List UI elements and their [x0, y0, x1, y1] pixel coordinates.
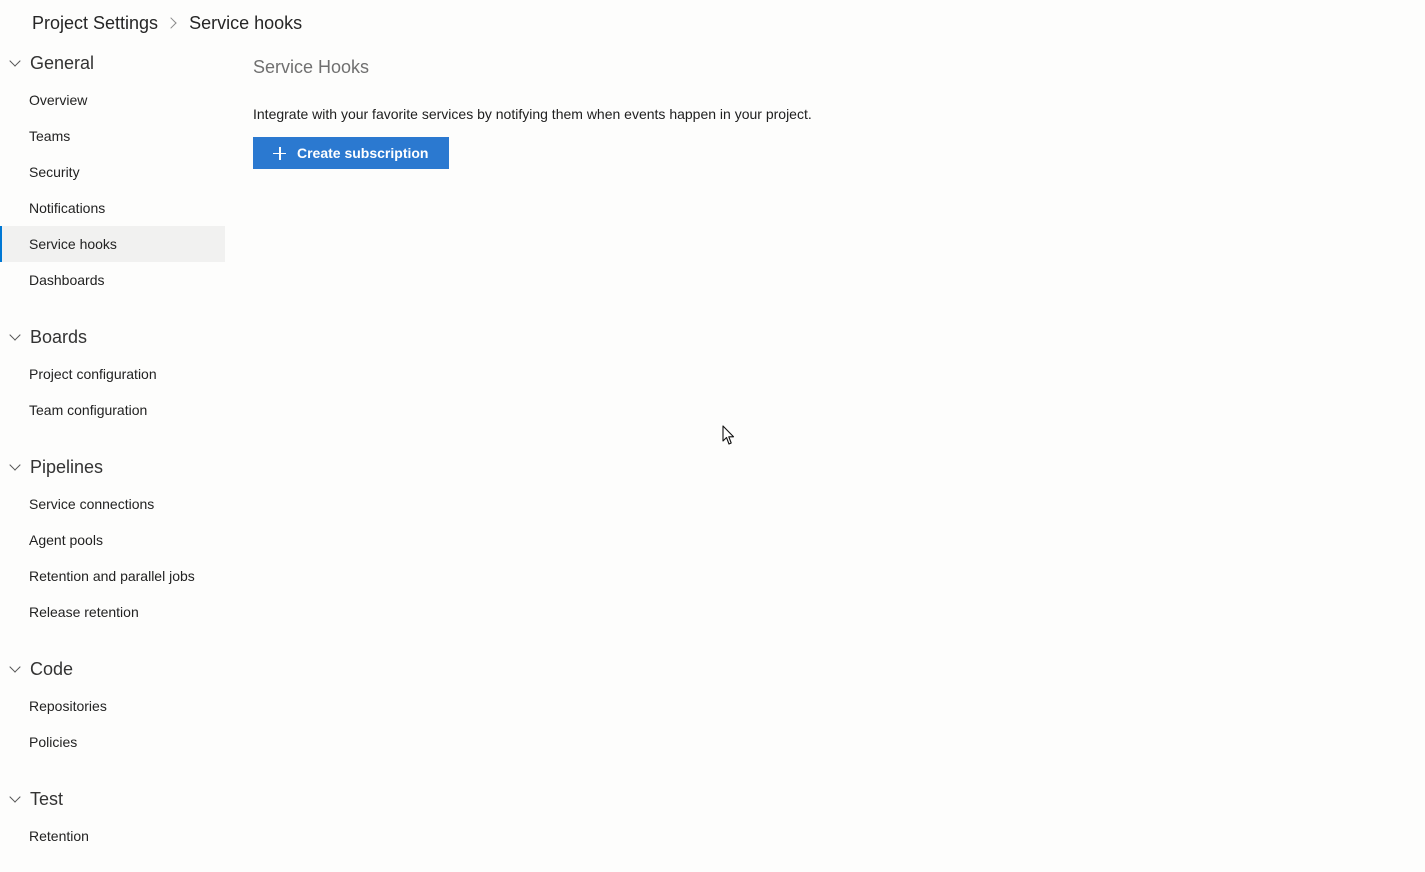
settings-sidebar: General Overview Teams Security Notifica… [0, 44, 225, 854]
group-title: Code [30, 658, 74, 679]
sidebar-item-security[interactable]: Security [0, 154, 225, 190]
chevron-right-icon [165, 17, 177, 29]
create-subscription-label: Create subscription [297, 145, 429, 161]
breadcrumb-current: Service hooks [189, 12, 303, 33]
sidebar-item-teams[interactable]: Teams [0, 118, 225, 154]
page-title: Service Hooks [253, 57, 370, 77]
sidebar-item-team-configuration[interactable]: Team configuration [0, 392, 225, 428]
group-title: Boards [30, 326, 88, 347]
group-header-pipelines[interactable]: Pipelines [0, 448, 225, 486]
breadcrumb-project-settings[interactable]: Project Settings [32, 13, 158, 34]
mouse-pointer-icon [722, 425, 736, 452]
group-header-test[interactable]: Test [0, 780, 225, 818]
chevron-down-icon [9, 328, 21, 341]
sidebar-item-service-connections[interactable]: Service connections [0, 486, 225, 522]
chevron-down-icon [9, 790, 21, 803]
group-title: Test [30, 788, 64, 809]
create-subscription-button[interactable]: Create subscription [253, 137, 450, 169]
sidebar-item-dashboards[interactable]: Dashboards [0, 262, 225, 298]
sidebar-item-notifications[interactable]: Notifications [0, 190, 225, 226]
sidebar-item-repositories[interactable]: Repositories [0, 688, 225, 724]
sidebar-item-retention-parallel-jobs[interactable]: Retention and parallel jobs [0, 558, 225, 594]
sidebar-item-overview[interactable]: Overview [0, 82, 225, 118]
sidebar-item-agent-pools[interactable]: Agent pools [0, 522, 225, 558]
group-title: General [30, 52, 95, 73]
sidebar-item-service-hooks[interactable]: Service hooks [0, 226, 225, 262]
group-title: Pipelines [30, 456, 104, 477]
sidebar-item-project-configuration[interactable]: Project configuration [0, 356, 225, 392]
main-content: Service Hooks Integrate with your favori… [253, 54, 812, 169]
sidebar-item-policies[interactable]: Policies [0, 724, 225, 760]
page-description: Integrate with your favorite services by… [253, 106, 812, 122]
group-header-general[interactable]: General [0, 44, 225, 82]
sidebar-item-retention[interactable]: Retention [0, 818, 225, 854]
plus-icon [273, 146, 286, 160]
chevron-down-icon [9, 54, 21, 67]
group-header-boards[interactable]: Boards [0, 318, 225, 356]
chevron-down-icon [9, 660, 21, 673]
chevron-down-icon [9, 458, 21, 471]
breadcrumb: Project Settings Service hooks [32, 10, 302, 36]
group-header-code[interactable]: Code [0, 650, 225, 688]
sidebar-item-release-retention[interactable]: Release retention [0, 594, 225, 630]
